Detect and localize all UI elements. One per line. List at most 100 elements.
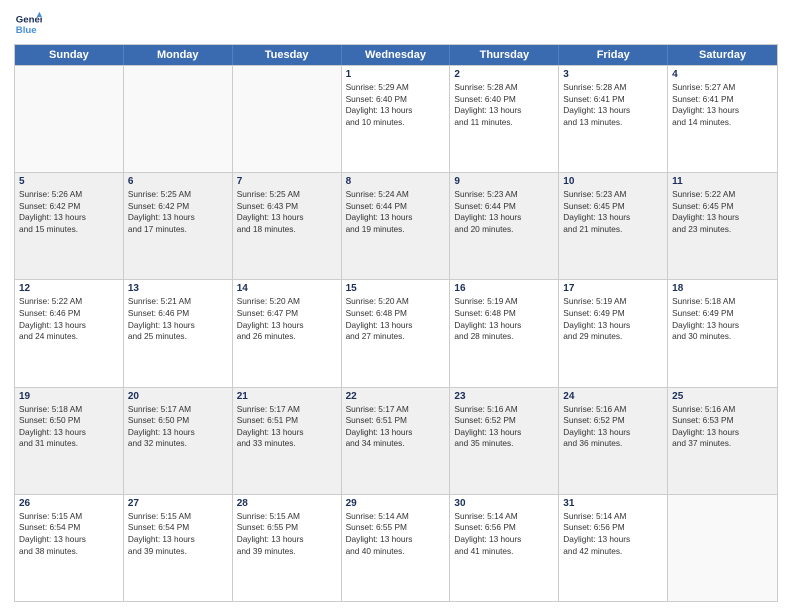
cell-info-line: Sunrise: 5:26 AM (19, 189, 119, 201)
day-number: 8 (346, 176, 446, 187)
cell-info-line: Sunset: 6:55 PM (346, 522, 446, 534)
calendar: SundayMondayTuesdayWednesdayThursdayFrid… (14, 44, 778, 602)
cell-info-line: Sunrise: 5:16 AM (563, 404, 663, 416)
weekday-header: Thursday (450, 45, 559, 65)
day-number: 25 (672, 391, 773, 402)
weekday-header: Saturday (668, 45, 777, 65)
cell-info-line: Daylight: 13 hours (672, 105, 773, 117)
day-number: 3 (563, 69, 663, 80)
calendar-week: 26Sunrise: 5:15 AMSunset: 6:54 PMDayligh… (15, 494, 777, 601)
cell-info-line: Daylight: 13 hours (237, 427, 337, 439)
day-number: 21 (237, 391, 337, 402)
cell-info-line: Sunrise: 5:19 AM (563, 296, 663, 308)
cell-info-line: Daylight: 13 hours (346, 105, 446, 117)
calendar-week: 19Sunrise: 5:18 AMSunset: 6:50 PMDayligh… (15, 387, 777, 494)
cell-info-line: Sunrise: 5:20 AM (237, 296, 337, 308)
calendar-cell (668, 495, 777, 601)
cell-info-line: and 40 minutes. (346, 546, 446, 558)
cell-info-line: Sunrise: 5:18 AM (19, 404, 119, 416)
day-number: 23 (454, 391, 554, 402)
day-number: 7 (237, 176, 337, 187)
calendar-cell (15, 66, 124, 172)
day-number: 16 (454, 283, 554, 294)
cell-info-line: Sunrise: 5:23 AM (454, 189, 554, 201)
calendar-week: 12Sunrise: 5:22 AMSunset: 6:46 PMDayligh… (15, 279, 777, 386)
cell-info-line: Daylight: 13 hours (128, 427, 228, 439)
cell-info-line: Sunset: 6:41 PM (672, 94, 773, 106)
calendar-cell: 27Sunrise: 5:15 AMSunset: 6:54 PMDayligh… (124, 495, 233, 601)
cell-info-line: Daylight: 13 hours (128, 212, 228, 224)
header: General Blue (14, 10, 778, 38)
calendar-cell: 12Sunrise: 5:22 AMSunset: 6:46 PMDayligh… (15, 280, 124, 386)
cell-info-line: and 10 minutes. (346, 117, 446, 129)
cell-info-line: and 37 minutes. (672, 438, 773, 450)
calendar-cell: 11Sunrise: 5:22 AMSunset: 6:45 PMDayligh… (668, 173, 777, 279)
calendar-cell: 26Sunrise: 5:15 AMSunset: 6:54 PMDayligh… (15, 495, 124, 601)
weekday-header: Wednesday (342, 45, 451, 65)
cell-info-line: Sunset: 6:45 PM (563, 201, 663, 213)
day-number: 20 (128, 391, 228, 402)
cell-info-line: and 25 minutes. (128, 331, 228, 343)
calendar-cell: 23Sunrise: 5:16 AMSunset: 6:52 PMDayligh… (450, 388, 559, 494)
cell-info-line: Daylight: 13 hours (237, 212, 337, 224)
day-number: 22 (346, 391, 446, 402)
calendar-cell: 10Sunrise: 5:23 AMSunset: 6:45 PMDayligh… (559, 173, 668, 279)
day-number: 4 (672, 69, 773, 80)
cell-info-line: Sunset: 6:40 PM (454, 94, 554, 106)
cell-info-line: Sunset: 6:43 PM (237, 201, 337, 213)
cell-info-line: and 11 minutes. (454, 117, 554, 129)
cell-info-line: Sunset: 6:48 PM (454, 308, 554, 320)
calendar-cell (124, 66, 233, 172)
cell-info-line: Sunset: 6:46 PM (128, 308, 228, 320)
cell-info-line: Daylight: 13 hours (346, 320, 446, 332)
cell-info-line: Sunset: 6:56 PM (563, 522, 663, 534)
calendar-cell: 17Sunrise: 5:19 AMSunset: 6:49 PMDayligh… (559, 280, 668, 386)
cell-info-line: Daylight: 13 hours (19, 320, 119, 332)
cell-info-line: and 35 minutes. (454, 438, 554, 450)
cell-info-line: Daylight: 13 hours (19, 534, 119, 546)
cell-info-line: Sunset: 6:44 PM (346, 201, 446, 213)
calendar-cell: 3Sunrise: 5:28 AMSunset: 6:41 PMDaylight… (559, 66, 668, 172)
cell-info-line: Sunrise: 5:20 AM (346, 296, 446, 308)
cell-info-line: Sunrise: 5:27 AM (672, 82, 773, 94)
calendar-cell: 18Sunrise: 5:18 AMSunset: 6:49 PMDayligh… (668, 280, 777, 386)
cell-info-line: Sunset: 6:46 PM (19, 308, 119, 320)
cell-info-line: Daylight: 13 hours (672, 427, 773, 439)
cell-info-line: Sunrise: 5:23 AM (563, 189, 663, 201)
cell-info-line: and 34 minutes. (346, 438, 446, 450)
calendar-cell: 31Sunrise: 5:14 AMSunset: 6:56 PMDayligh… (559, 495, 668, 601)
cell-info-line: Daylight: 13 hours (672, 320, 773, 332)
cell-info-line: Sunset: 6:53 PM (672, 415, 773, 427)
day-number: 6 (128, 176, 228, 187)
logo: General Blue (14, 10, 44, 38)
cell-info-line: Daylight: 13 hours (563, 105, 663, 117)
cell-info-line: Sunrise: 5:14 AM (454, 511, 554, 523)
cell-info-line: Sunrise: 5:21 AM (128, 296, 228, 308)
day-number: 1 (346, 69, 446, 80)
calendar-cell: 4 Sunrise: 5:27 AMSunset: 6:41 PMDaylight… (668, 66, 777, 172)
cell-info-line: Sunrise: 5:17 AM (237, 404, 337, 416)
cell-info-line: and 14 minutes. (672, 117, 773, 129)
calendar-cell: 22Sunrise: 5:17 AMSunset: 6:51 PMDayligh… (342, 388, 451, 494)
cell-info-line: Sunrise: 5:16 AM (454, 404, 554, 416)
cell-info-line: Sunset: 6:48 PM (346, 308, 446, 320)
cell-info-line: Daylight: 13 hours (563, 534, 663, 546)
cell-info-line: Sunrise: 5:15 AM (237, 511, 337, 523)
cell-info-line: Sunrise: 5:18 AM (672, 296, 773, 308)
cell-info-line: Sunset: 6:47 PM (237, 308, 337, 320)
svg-text:Blue: Blue (16, 25, 37, 36)
cell-info-line: Daylight: 13 hours (563, 212, 663, 224)
cell-info-line: Sunrise: 5:14 AM (346, 511, 446, 523)
cell-info-line: Sunrise: 5:25 AM (237, 189, 337, 201)
cell-info-line: Daylight: 13 hours (346, 427, 446, 439)
day-number: 29 (346, 498, 446, 509)
cell-info-line: Sunset: 6:54 PM (19, 522, 119, 534)
calendar-cell: 6Sunrise: 5:25 AMSunset: 6:42 PMDaylight… (124, 173, 233, 279)
calendar-cell: 9Sunrise: 5:23 AMSunset: 6:44 PMDaylight… (450, 173, 559, 279)
cell-info-line: and 42 minutes. (563, 546, 663, 558)
calendar-cell (233, 66, 342, 172)
cell-info-line: and 31 minutes. (19, 438, 119, 450)
day-number: 15 (346, 283, 446, 294)
cell-info-line: and 26 minutes. (237, 331, 337, 343)
cell-info-line: and 27 minutes. (346, 331, 446, 343)
